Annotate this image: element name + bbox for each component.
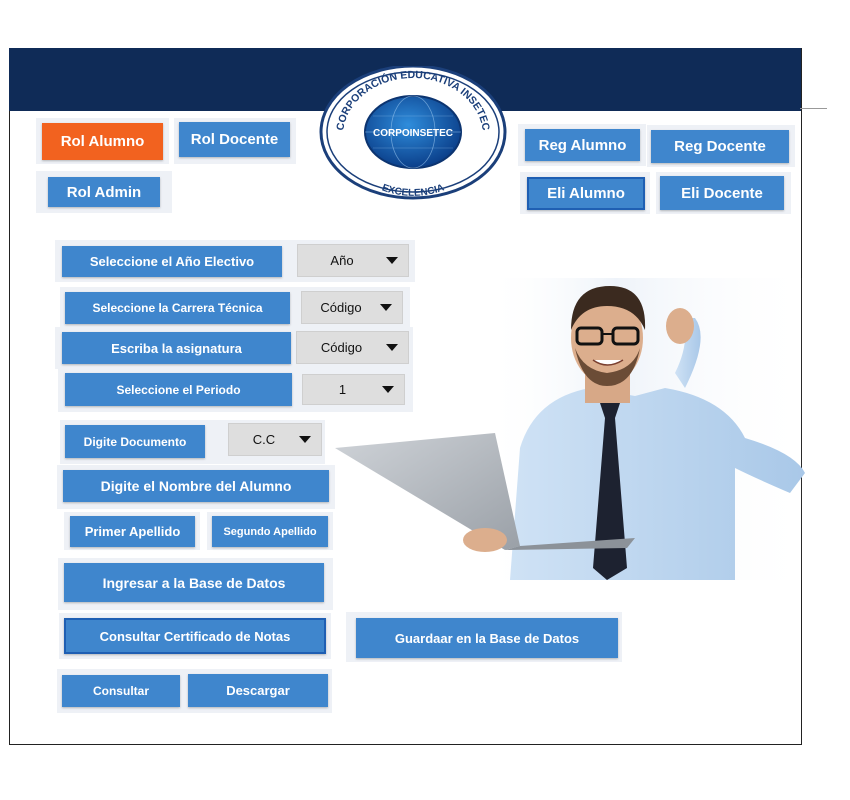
chevron-down-icon [386,257,398,264]
consultar-certificado-button[interactable]: Consultar Certificado de Notas [64,618,326,654]
consultar-button[interactable]: Consultar [62,675,180,707]
guardar-base-datos-button[interactable]: Guardaar en la Base de Datos [356,618,618,658]
eli-alumno-button[interactable]: Eli Alumno [527,177,645,210]
career-label-button[interactable]: Seleccione la Carrera Técnica [65,292,290,324]
first-last-name-button[interactable]: Primer Apellido [70,516,195,547]
descargar-button[interactable]: Descargar [188,674,328,707]
rol-alumno-button[interactable]: Rol Alumno [42,123,163,160]
period-label-button[interactable]: Seleccione el Periodo [65,373,292,406]
corpoinsetec-logo: CORPORACIÓN EDUCATIVA INSETEC CORPOINSET… [319,66,507,200]
year-label-button[interactable]: Seleccione el Año Electivo [62,246,282,277]
reg-docente-button[interactable]: Reg Docente [651,130,789,163]
divider-line [800,108,827,109]
student-name-button[interactable]: Digite el Nombre del Alumno [63,470,329,502]
document-label-button[interactable]: Digite Documento [65,425,205,458]
rol-admin-button[interactable]: Rol Admin [48,177,160,207]
reg-alumno-button[interactable]: Reg Alumno [525,129,640,161]
year-select[interactable]: Año [297,244,409,277]
document-type-value: C.C [252,432,276,447]
eli-docente-button[interactable]: Eli Docente [660,176,784,210]
logo-center-text: CORPOINSETEC [373,128,453,139]
second-last-name-button[interactable]: Segundo Apellido [212,516,328,547]
ingresar-base-datos-button[interactable]: Ingresar a la Base de Datos [64,563,324,602]
man-with-laptop-image [335,278,812,580]
subject-label-button[interactable]: Escriba la asignatura [62,332,291,364]
document-type-select[interactable]: C.C [228,423,322,456]
chevron-down-icon [299,436,311,443]
rol-docente-button[interactable]: Rol Docente [179,122,290,157]
year-select-value: Año [330,253,354,268]
